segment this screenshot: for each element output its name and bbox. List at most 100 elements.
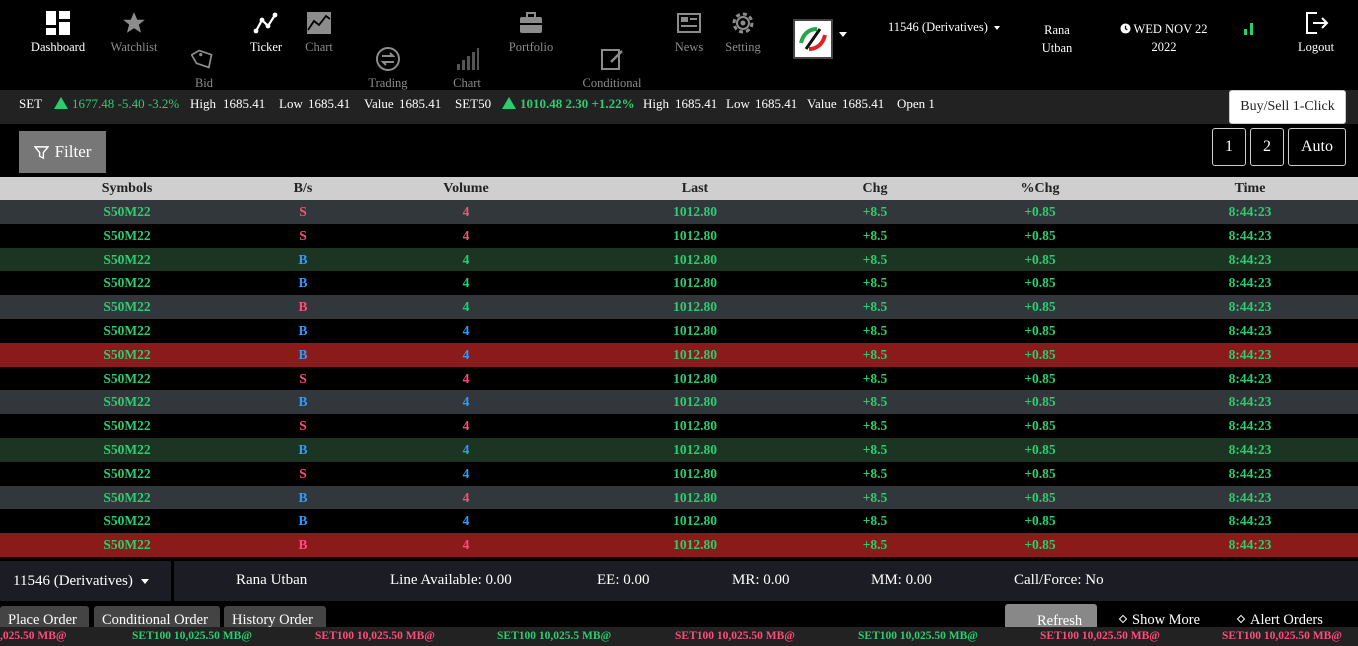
table-row[interactable]: S50M22 S 4 1012.80 +8.5 +0.85 8:44:23 [0,461,1358,486]
cell-chg: +8.5 [862,465,888,481]
cell-volume: 4 [462,441,470,457]
cell-pct-chg: +0.85 [1024,394,1056,410]
table-row[interactable]: S50M22 S 4 1012.80 +8.5 +0.85 8:44:23 [0,223,1358,248]
header-last[interactable]: Last [645,177,745,200]
cell-chg: +8.5 [862,299,888,315]
top-nav: Dashboard Watchlist Bid Offer Ticker Cha… [0,0,1358,108]
table-row[interactable]: S50M22 S 4 1012.80 +8.5 +0.85 8:44:23 [0,200,1358,224]
cell-bs: B [298,322,308,338]
table-row[interactable]: S50M22 B 4 1012.80 +8.5 +0.85 8:44:23 [0,533,1358,557]
auto-button[interactable]: Auto [1288,128,1346,166]
caret-down-icon [993,26,1000,31]
cell-symbol: S50M22 [103,513,151,529]
broker-logo[interactable] [793,19,833,59]
scrolling-marquee: ,025.50 MB@ SET100 10,025.50 MB@ SET100 … [0,627,1358,646]
cell-time: 8:44:23 [1228,204,1272,219]
cell-symbol: S50M22 [103,227,151,243]
table-row[interactable]: S50M22 B 4 1012.80 +8.5 +0.85 8:44:23 [0,485,1358,510]
set-index: 1677.48 -5.40 -3.2% [54,96,179,112]
table-row[interactable]: S50M22 B 4 1012.80 +8.5 +0.85 8:44:23 [0,295,1358,319]
cell-volume: 4 [462,489,470,505]
cell-chg: +8.5 [862,370,888,386]
account-selector[interactable]: 11546 (Derivatives) [888,20,1000,35]
marquee-item: SET100 10,025.50 MB@ [315,630,435,642]
cell-time: 8:44:23 [1228,251,1272,267]
account-dropdown[interactable]: 11546 (Derivatives) [0,561,174,601]
edit-doc-icon [580,28,644,70]
table-row[interactable]: S50M22 B 4 1012.80 +8.5 +0.85 8:44:23 [0,247,1358,272]
table-row[interactable]: S50M22 B 4 1012.80 +8.5 +0.85 8:44:23 [0,437,1358,462]
nav-watchlist[interactable]: Watchlist [108,10,160,56]
table-row[interactable]: S50M22 B 4 1012.80 +8.5 +0.85 8:44:23 [0,509,1358,534]
header-pct-chg[interactable]: %Chg [990,177,1090,200]
page-2-button[interactable]: 2 [1250,128,1284,166]
cell-pct-chg: +0.85 [1024,299,1056,315]
ee-value: EE: 0.00 [597,572,650,588]
cell-time: 8:44:23 [1228,275,1272,291]
table-row[interactable]: S50M22 B 4 1012.80 +8.5 +0.85 8:44:23 [0,390,1358,415]
cell-last: 1012.80 [673,346,717,362]
nav-label: Chart [305,40,333,54]
marquee-item: SET100 10,025.5 MB@ [497,630,612,642]
cell-bs: B [298,251,308,267]
set-low-value: 1685.41 [308,96,351,111]
nav-portfolio[interactable]: Portfolio [506,10,556,56]
nav-ticker[interactable]: Ticker [245,10,287,56]
cell-volume: 4 [462,418,470,434]
cell-bs: B [298,513,308,529]
nav-news[interactable]: News [672,10,706,56]
table-row[interactable]: S50M22 B 4 1012.80 +8.5 +0.85 8:44:23 [0,271,1358,296]
cell-bs: S [299,418,307,434]
cell-chg: +8.5 [862,322,888,338]
header-chg[interactable]: Chg [825,177,925,200]
nav-label: Watchlist [110,40,158,54]
up-triangle-icon [502,97,516,109]
header-bs[interactable]: B/s [263,177,343,200]
cell-chg: +8.5 [862,394,888,410]
set50-high-value: 1685.41 [675,96,718,111]
header-symbols[interactable]: Symbols [62,177,192,200]
marquee-item: SET100 10,025.50 MB@ [858,630,978,642]
page-1-button[interactable]: 1 [1212,128,1246,166]
user-name: Rana Utban [1041,23,1073,55]
exchange-icon [362,28,414,71]
logo-caret-icon[interactable] [839,32,847,37]
nav-label: Portfolio [508,40,554,54]
cell-pct-chg: +0.85 [1024,251,1056,267]
table-row[interactable]: S50M22 B 4 1012.80 +8.5 +0.85 8:44:23 [0,342,1358,367]
logout-button[interactable]: Logout [1294,10,1338,56]
nav-label: News [674,40,704,54]
cell-last: 1012.80 [673,370,717,386]
up-triangle-icon [54,97,68,109]
nav-dashboard[interactable]: Dashboard [30,10,86,56]
set50-value: 1010.48 2.30 +1.22% [520,96,635,111]
table-row[interactable]: S50M22 S 4 1012.80 +8.5 +0.85 8:44:23 [0,414,1358,438]
cell-bs: S [299,204,307,219]
cell-pct-chg: +0.85 [1024,418,1056,434]
header-volume[interactable]: Volume [416,177,516,200]
table-row[interactable]: S50M22 B 4 1012.80 +8.5 +0.85 8:44:23 [0,318,1358,343]
cell-last: 1012.80 [673,418,717,434]
nav-chart[interactable]: Chart [300,10,338,56]
cell-time: 8:44:23 [1228,299,1272,315]
set-value-label: Value [364,96,394,111]
cell-volume: 4 [462,465,470,481]
nav-setting[interactable]: Setting [722,10,764,56]
cell-symbol: S50M22 [103,394,151,410]
header-time[interactable]: Time [1200,177,1300,200]
briefcase-icon [506,10,556,38]
logout-icon [1294,10,1338,38]
cell-volume: 4 [462,204,470,219]
cell-last: 1012.80 [673,465,717,481]
cell-last: 1012.80 [673,204,717,219]
table-row[interactable]: S50M22 S 4 1012.80 +8.5 +0.85 8:44:23 [0,366,1358,391]
cell-time: 8:44:23 [1228,394,1272,410]
cell-chg: +8.5 [862,513,888,529]
cell-bs: B [298,537,308,553]
filter-label: Filter [54,142,92,161]
gear-icon [722,10,764,38]
caret-down-icon [140,578,149,584]
buy-sell-one-click-button[interactable]: Buy/Sell 1-Click [1229,90,1346,124]
cell-last: 1012.80 [673,489,717,505]
filter-button[interactable]: Filter [19,131,106,173]
